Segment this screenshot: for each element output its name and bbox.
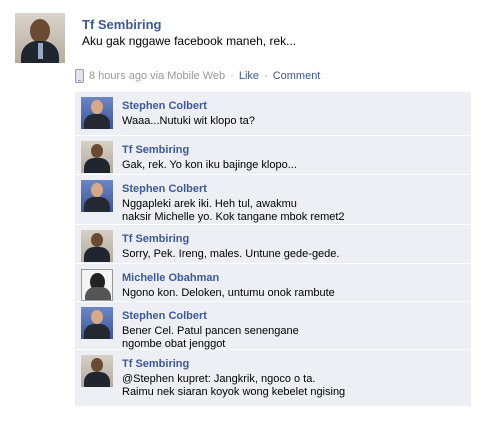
comment-text: Gak, rek. Yo kon iku bajinge klopo... [122,159,297,171]
comment-item: Tf Sembiring Sorry, Pek. Ireng, males. U… [75,225,471,264]
commenter-name[interactable]: Stephen Colbert [122,183,207,195]
commenter-name[interactable]: Tf Sembiring [122,233,189,245]
comment-text: Sorry, Pek. Ireng, males. Untune gede-ge… [122,248,340,260]
mobile-phone-icon [75,69,84,83]
comments-list: Stephen Colbert Waaa...Nutuki wit klopo … [75,92,471,406]
commenter-name[interactable]: Michelle Obahman [122,272,219,284]
comment-text: Waaa...Nutuki wit klopo ta? [122,115,255,127]
commenter-name[interactable]: Stephen Colbert [122,100,207,112]
commenter-avatar[interactable] [81,307,113,339]
post-meta: 8 hours ago via Mobile Web · Like · Comm… [75,69,320,83]
commenter-name[interactable]: Stephen Colbert [122,310,207,322]
post-message: Aku gak nggawe facebook maneh, rek... [82,34,297,48]
post-timestamp: 8 hours ago via Mobile Web [89,70,226,82]
like-link[interactable]: Like [239,70,259,82]
comment-item: Stephen Colbert Nggapleki arek iki. Heh … [75,175,471,225]
comment-item: Michelle Obahman Ngono kon. Deloken, unt… [75,264,471,302]
comment-text: Nggapleki arek iki. Heh tul, awakmu naks… [122,198,345,223]
commenter-name[interactable]: Tf Sembiring [122,358,189,370]
commenter-avatar[interactable] [81,180,113,212]
commenter-avatar[interactable] [81,230,113,262]
commenter-avatar[interactable] [81,269,113,301]
commenter-avatar[interactable] [81,141,113,173]
meta-separator: · [264,70,268,82]
meta-separator: · [230,70,234,82]
comment-item: Tf Sembiring @Stephen kupret: Jangkrik, … [75,350,471,406]
comment-text: @Stephen kupret: Jangkrik, ngoco o ta. R… [122,373,346,398]
comment-text: Ngono kon. Deloken, untumu onok rambute [122,287,335,299]
post-author-name[interactable]: Tf Sembiring [82,17,161,32]
comment-item: Stephen Colbert Waaa...Nutuki wit klopo … [75,92,471,136]
post-avatar[interactable] [15,13,65,63]
comment-text: Bener Cel. Patul pancen senengane ngombe… [122,325,299,350]
commenter-name[interactable]: Tf Sembiring [122,144,189,156]
comment-item: Stephen Colbert Bener Cel. Patul pancen … [75,302,471,350]
commenter-avatar[interactable] [81,97,113,129]
comment-link[interactable]: Comment [273,70,321,82]
commenter-avatar[interactable] [81,355,113,387]
comment-item: Tf Sembiring Gak, rek. Yo kon iku bajing… [75,136,471,175]
